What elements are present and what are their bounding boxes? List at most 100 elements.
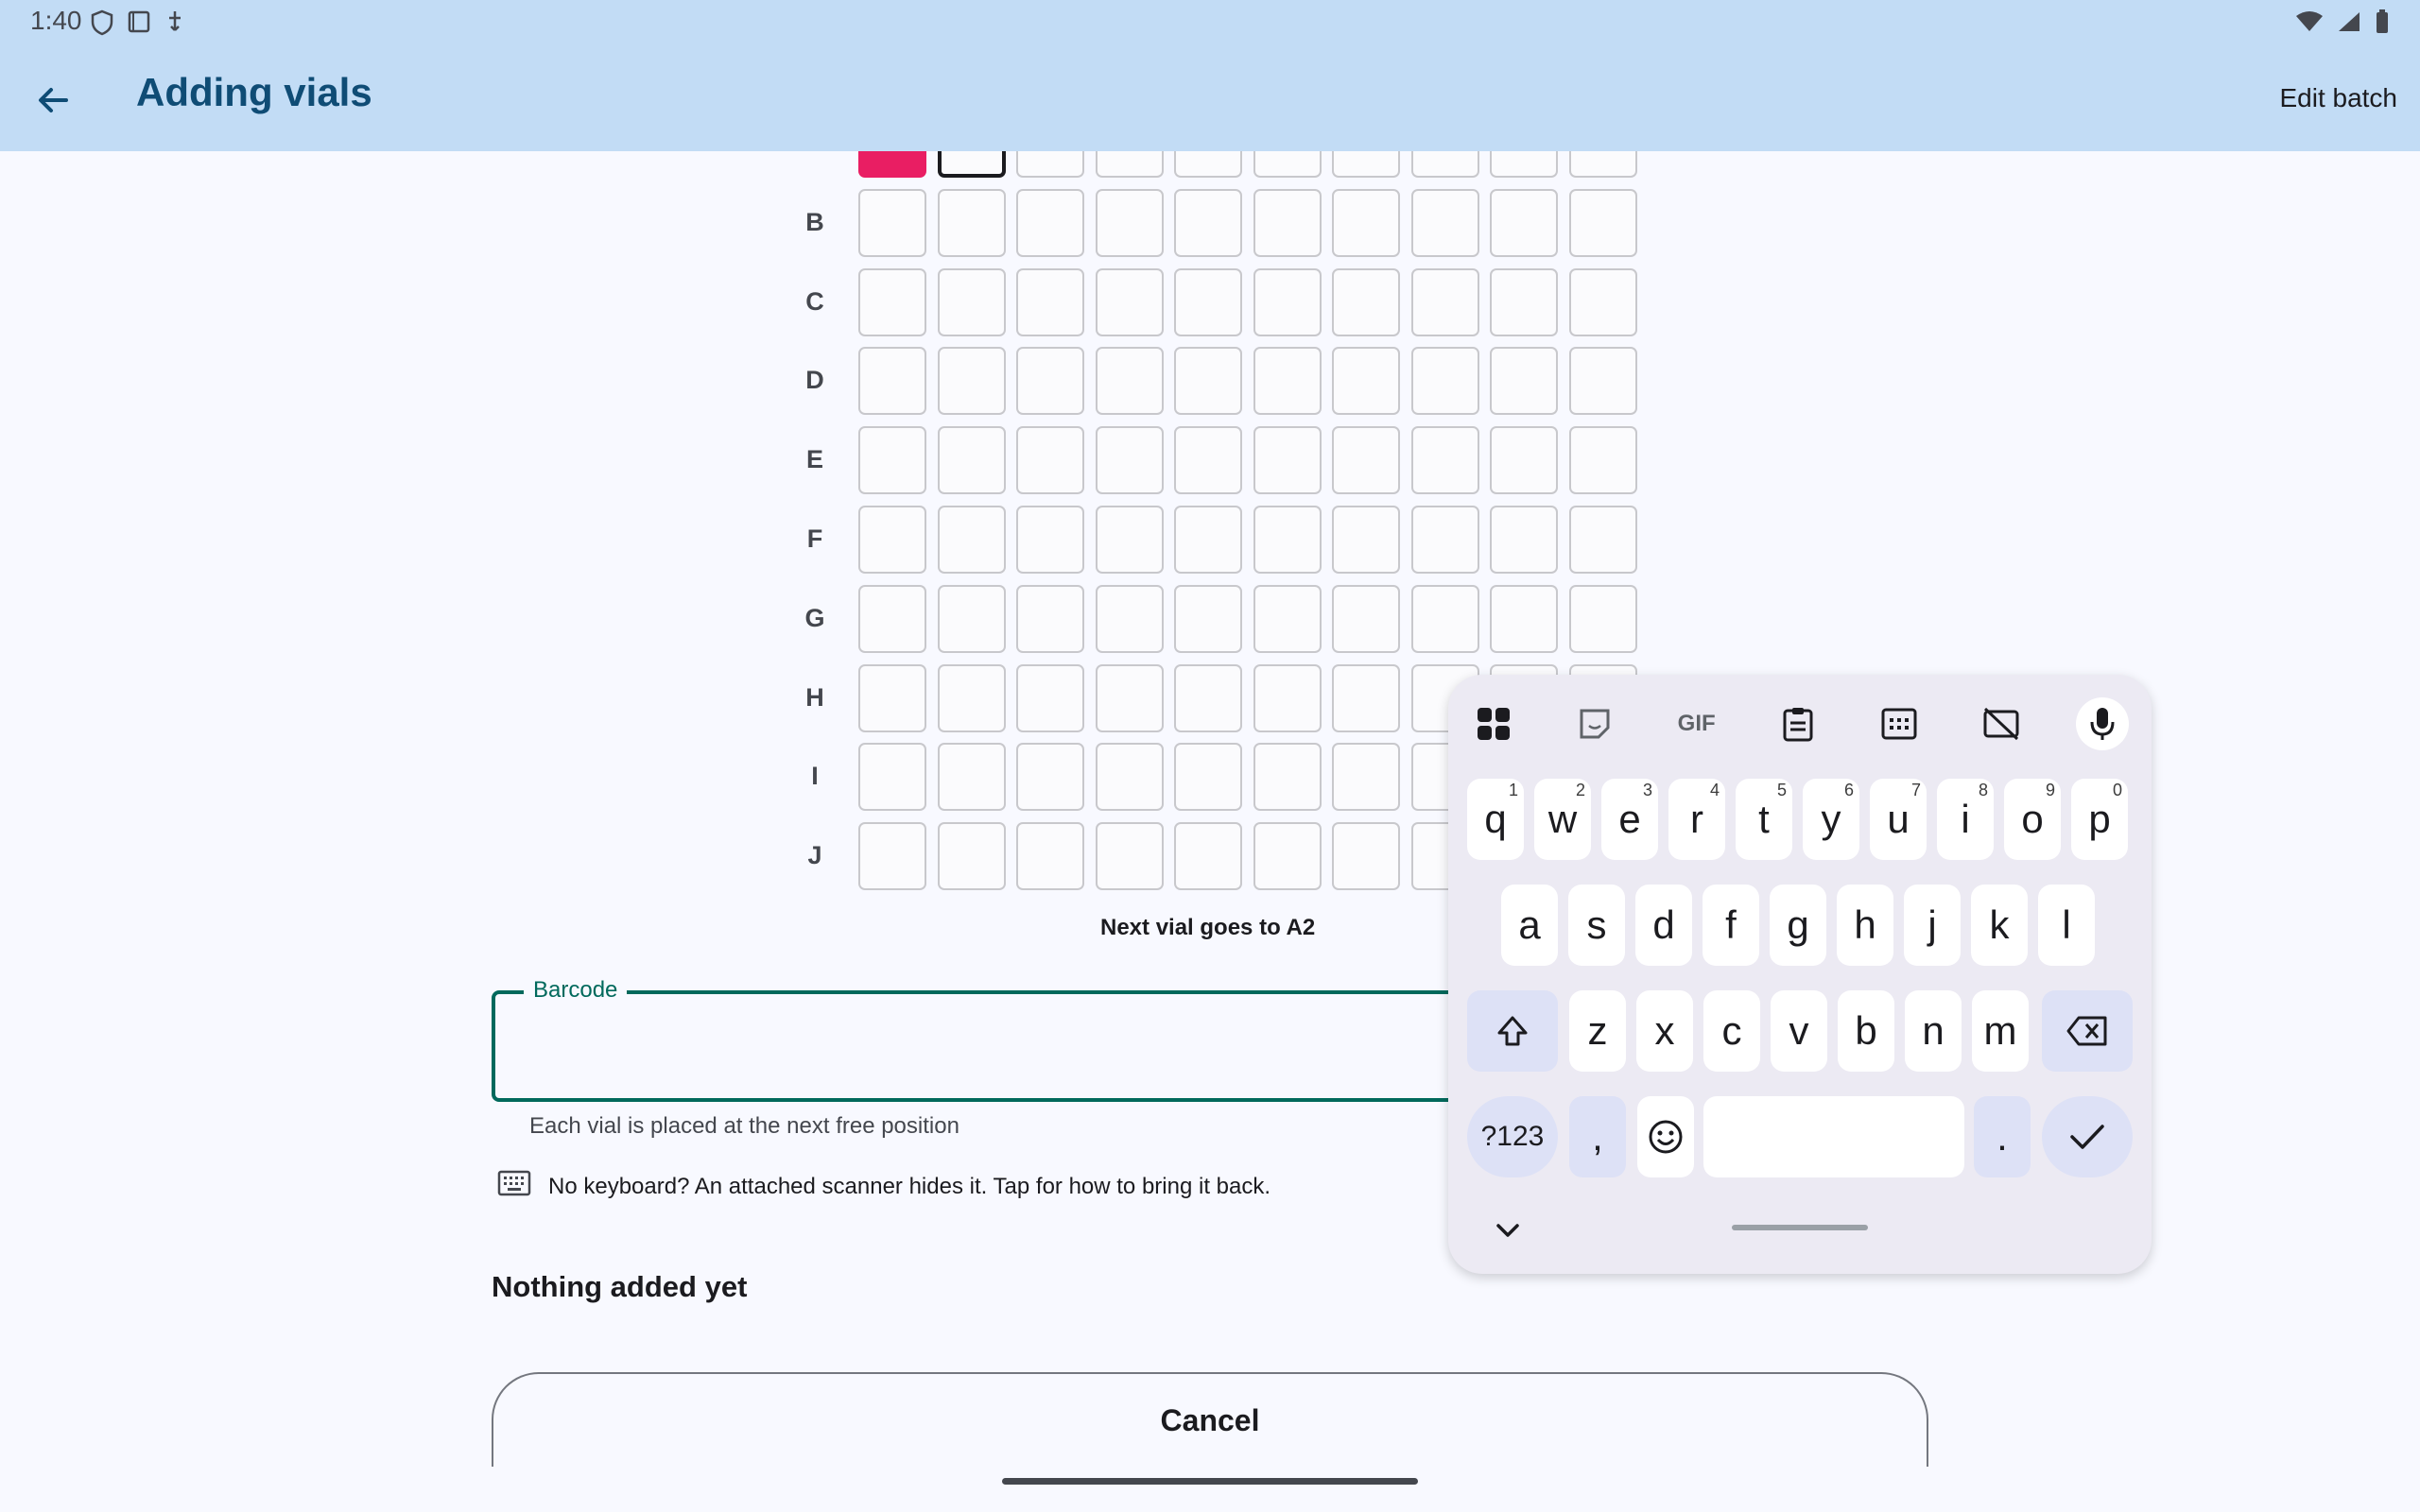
vial-cell-i6[interactable] (1253, 743, 1322, 812)
clipboard-icon[interactable] (1772, 697, 1824, 750)
key-u[interactable]: u7 (1870, 779, 1927, 860)
vial-cell-c4[interactable] (1095, 267, 1164, 336)
vial-cell-i7[interactable] (1332, 743, 1400, 812)
vial-cell-b6[interactable] (1253, 188, 1322, 257)
gif-button[interactable]: GIF (1670, 697, 1723, 750)
vial-cell-h5[interactable] (1174, 663, 1242, 732)
key-c[interactable]: c (1703, 990, 1760, 1072)
vial-cell-a6[interactable] (1253, 151, 1322, 178)
vial-cell-f2[interactable] (937, 506, 1006, 574)
vial-cell-b7[interactable] (1332, 188, 1400, 257)
vial-cell-g10[interactable] (1568, 584, 1637, 653)
vial-cell-c8[interactable] (1410, 267, 1479, 336)
vial-cell-e5[interactable] (1174, 426, 1242, 495)
vial-cell-h4[interactable] (1095, 663, 1164, 732)
vial-cell-i1[interactable] (858, 743, 926, 812)
vial-cell-e1[interactable] (858, 426, 926, 495)
vial-cell-g6[interactable] (1253, 584, 1322, 653)
backspace-key[interactable] (2042, 990, 2133, 1072)
vial-cell-g8[interactable] (1410, 584, 1479, 653)
vial-cell-b4[interactable] (1095, 188, 1164, 257)
vial-cell-j5[interactable] (1174, 822, 1242, 891)
key-t[interactable]: t5 (1736, 779, 1792, 860)
key-f[interactable]: f (1703, 885, 1759, 966)
apps-icon[interactable] (1467, 697, 1520, 750)
vial-cell-b1[interactable] (858, 188, 926, 257)
key-x[interactable]: x (1636, 990, 1693, 1072)
vial-cell-a7[interactable] (1332, 151, 1400, 178)
navigation-handle[interactable] (1002, 1478, 1418, 1485)
vial-cell-g4[interactable] (1095, 584, 1164, 653)
vial-cell-i5[interactable] (1174, 743, 1242, 812)
vial-cell-b10[interactable] (1568, 188, 1637, 257)
vial-cell-a4[interactable] (1095, 151, 1164, 178)
vial-cell-d3[interactable] (1016, 347, 1084, 416)
key-k[interactable]: k (1971, 885, 2028, 966)
emoji-key[interactable] (1637, 1096, 1694, 1177)
vial-cell-d9[interactable] (1490, 347, 1558, 416)
key-o[interactable]: o9 (2004, 779, 2061, 860)
vial-cell-f8[interactable] (1410, 506, 1479, 574)
vial-cell-d7[interactable] (1332, 347, 1400, 416)
vial-cell-j3[interactable] (1016, 822, 1084, 891)
vial-cell-d8[interactable] (1410, 347, 1479, 416)
vial-cell-j4[interactable] (1095, 822, 1164, 891)
key-d[interactable]: d (1635, 885, 1692, 966)
vial-cell-b9[interactable] (1490, 188, 1558, 257)
key-v[interactable]: v (1771, 990, 1827, 1072)
vial-cell-d5[interactable] (1174, 347, 1242, 416)
vial-cell-h2[interactable] (937, 663, 1006, 732)
edit-batch-button[interactable]: Edit batch (2279, 83, 2397, 113)
vial-cell-g9[interactable] (1490, 584, 1558, 653)
key-s[interactable]: s (1568, 885, 1625, 966)
back-button[interactable] (26, 74, 79, 127)
vial-cell-j7[interactable] (1332, 822, 1400, 891)
keyboard-off-icon[interactable] (1975, 697, 2028, 750)
period-key[interactable]: . (1974, 1096, 2031, 1177)
vial-cell-h6[interactable] (1253, 663, 1322, 732)
vial-cell-d4[interactable] (1095, 347, 1164, 416)
key-i[interactable]: i8 (1937, 779, 1994, 860)
key-w[interactable]: w2 (1534, 779, 1591, 860)
vial-cell-e7[interactable] (1332, 426, 1400, 495)
key-p[interactable]: p0 (2071, 779, 2128, 860)
vial-cell-c9[interactable] (1490, 267, 1558, 336)
key-m[interactable]: m (1972, 990, 2029, 1072)
vial-cell-c5[interactable] (1174, 267, 1242, 336)
vial-cell-e10[interactable] (1568, 426, 1637, 495)
vial-cell-j6[interactable] (1253, 822, 1322, 891)
sticker-icon[interactable] (1568, 697, 1621, 750)
vial-cell-e4[interactable] (1095, 426, 1164, 495)
vial-cell-c7[interactable] (1332, 267, 1400, 336)
vial-cell-g7[interactable] (1332, 584, 1400, 653)
vial-cell-e9[interactable] (1490, 426, 1558, 495)
keyboard-handle[interactable] (1732, 1225, 1868, 1230)
key-g[interactable]: g (1770, 885, 1826, 966)
vial-cell-g5[interactable] (1174, 584, 1242, 653)
vial-cell-c3[interactable] (1016, 267, 1084, 336)
enter-key[interactable] (2042, 1096, 2133, 1177)
vial-cell-a5[interactable] (1174, 151, 1242, 178)
vial-cell-e3[interactable] (1016, 426, 1084, 495)
vial-cell-f9[interactable] (1490, 506, 1558, 574)
vial-cell-a9[interactable] (1490, 151, 1558, 178)
key-q[interactable]: q1 (1467, 779, 1524, 860)
vial-cell-a8[interactable] (1410, 151, 1479, 178)
vial-cell-h1[interactable] (858, 663, 926, 732)
vial-cell-e2[interactable] (937, 426, 1006, 495)
key-y[interactable]: y6 (1803, 779, 1859, 860)
vial-cell-a10[interactable] (1568, 151, 1637, 178)
key-j[interactable]: j (1904, 885, 1961, 966)
vial-cell-a1[interactable] (858, 151, 926, 178)
vial-cell-f10[interactable] (1568, 506, 1637, 574)
vial-cell-a2[interactable] (937, 151, 1006, 178)
vial-cell-b3[interactable] (1016, 188, 1084, 257)
vial-cell-f1[interactable] (858, 506, 926, 574)
key-b[interactable]: b (1838, 990, 1894, 1072)
key-a[interactable]: a (1501, 885, 1558, 966)
mic-icon[interactable] (2075, 697, 2129, 750)
vial-cell-f6[interactable] (1253, 506, 1322, 574)
keyboard-collapse-button[interactable] (1494, 1221, 1522, 1245)
keypad-icon[interactable] (1873, 697, 1926, 750)
vial-cell-c1[interactable] (858, 267, 926, 336)
